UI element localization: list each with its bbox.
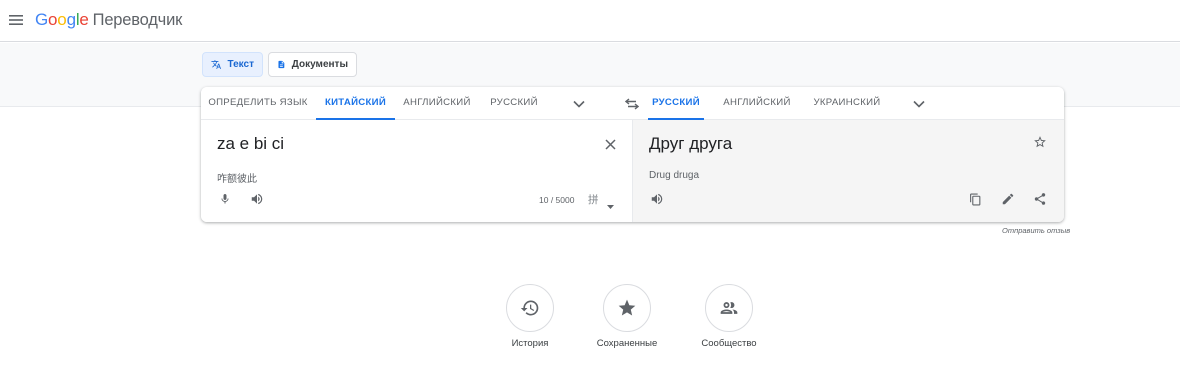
documents-mode-label: Документы	[291, 59, 348, 70]
target-panel: Друг друга Drug druga	[632, 120, 1064, 222]
save-translation-button[interactable]	[1029, 131, 1051, 153]
copy-translation-button[interactable]	[964, 188, 986, 210]
microphone-icon	[221, 194, 229, 204]
clear-source-button[interactable]	[599, 133, 621, 155]
listen-source-button[interactable]	[246, 188, 268, 210]
text-mode-label: Текст	[227, 59, 254, 70]
history-circle	[506, 284, 554, 332]
tab-target-russian[interactable]: РУССКИЙ	[648, 87, 704, 120]
speaker-icon	[651, 193, 663, 205]
saved-button[interactable]: Сохраненные	[572, 284, 682, 349]
tab-detect-language[interactable]: ОПРЕДЕЛИТЬ ЯЗЫК	[201, 87, 315, 120]
saved-circle	[603, 284, 651, 332]
star-icon	[618, 299, 636, 316]
community-label: Сообщество	[701, 338, 757, 349]
logo-letter-2: o	[48, 10, 58, 29]
logo-letter-6: e	[79, 10, 89, 29]
send-feedback-link[interactable]: Отправить отзыв	[1002, 226, 1070, 235]
logo-letter-3: o	[57, 10, 67, 29]
character-counter: 10 / 5000	[539, 195, 575, 205]
community-circle	[705, 284, 753, 332]
copy-icon	[969, 193, 980, 205]
target-transliteration: Drug druga	[649, 170, 700, 181]
source-text-input[interactable]: za e bi ci	[217, 134, 284, 154]
history-label: История	[511, 338, 549, 349]
input-method-button[interactable]: 拼	[588, 192, 599, 207]
top-bar: Google Переводчик	[0, 0, 1180, 42]
caret-down-icon	[607, 205, 614, 209]
swap-arrows-icon	[625, 98, 639, 110]
voice-input-button[interactable]	[214, 188, 236, 210]
chevron-down-icon	[573, 100, 585, 108]
source-panel: za e bi ci 咋额彼此 10 / 5000 拼	[201, 120, 632, 222]
source-transliteration: 咋额彼此	[217, 174, 257, 185]
close-icon	[604, 138, 616, 150]
tab-target-ukrainian[interactable]: УКРАИНСКИЙ	[807, 87, 887, 120]
documents-mode-button[interactable]: Документы	[268, 52, 357, 77]
translate-icon	[211, 60, 222, 69]
tab-target-english[interactable]: АНГЛИЙСКИЙ	[717, 87, 797, 120]
share-icon	[1034, 193, 1046, 205]
share-translation-button[interactable]	[1029, 188, 1051, 210]
main-menu-button[interactable]	[6, 9, 26, 31]
saved-label: Сохраненные	[596, 338, 658, 349]
edit-translation-button[interactable]	[997, 188, 1019, 210]
chevron-down-icon	[913, 100, 925, 108]
people-icon	[720, 302, 738, 314]
community-button[interactable]: Сообщество	[674, 284, 784, 349]
hamburger-menu-icon	[9, 15, 23, 25]
document-icon	[278, 60, 285, 69]
speaker-icon	[251, 193, 263, 205]
tab-source-english[interactable]: АНГЛИЙСКИЙ	[397, 87, 477, 120]
language-bar: ОПРЕДЕЛИТЬ ЯЗЫК КИТАЙСКИЙ АНГЛИЙСКИЙ РУС…	[201, 87, 1064, 120]
translation-output: Друг друга	[649, 134, 733, 153]
source-more-languages-button[interactable]	[570, 95, 588, 113]
history-icon	[520, 300, 539, 316]
tab-source-chinese[interactable]: КИТАЙСКИЙ	[316, 87, 395, 120]
target-more-languages-button[interactable]	[910, 95, 928, 113]
text-mode-button[interactable]: Текст	[202, 52, 263, 77]
logo-letter-4: g	[66, 10, 76, 29]
logo-letter-1: G	[35, 10, 49, 29]
history-button[interactable]: История	[475, 284, 585, 349]
input-method-dropdown[interactable]	[607, 196, 614, 214]
pencil-icon	[1002, 193, 1014, 205]
tab-source-russian[interactable]: РУССКИЙ	[483, 87, 545, 120]
listen-translation-button[interactable]	[646, 188, 668, 210]
product-name: Переводчик	[92, 11, 183, 29]
google-translate-logo[interactable]: Google Переводчик	[35, 10, 182, 30]
translation-card: ОПРЕДЕЛИТЬ ЯЗЫК КИТАЙСКИЙ АНГЛИЙСКИЙ РУС…	[201, 87, 1064, 222]
swap-languages-button[interactable]	[622, 95, 642, 113]
star-outline-icon	[1034, 136, 1046, 148]
